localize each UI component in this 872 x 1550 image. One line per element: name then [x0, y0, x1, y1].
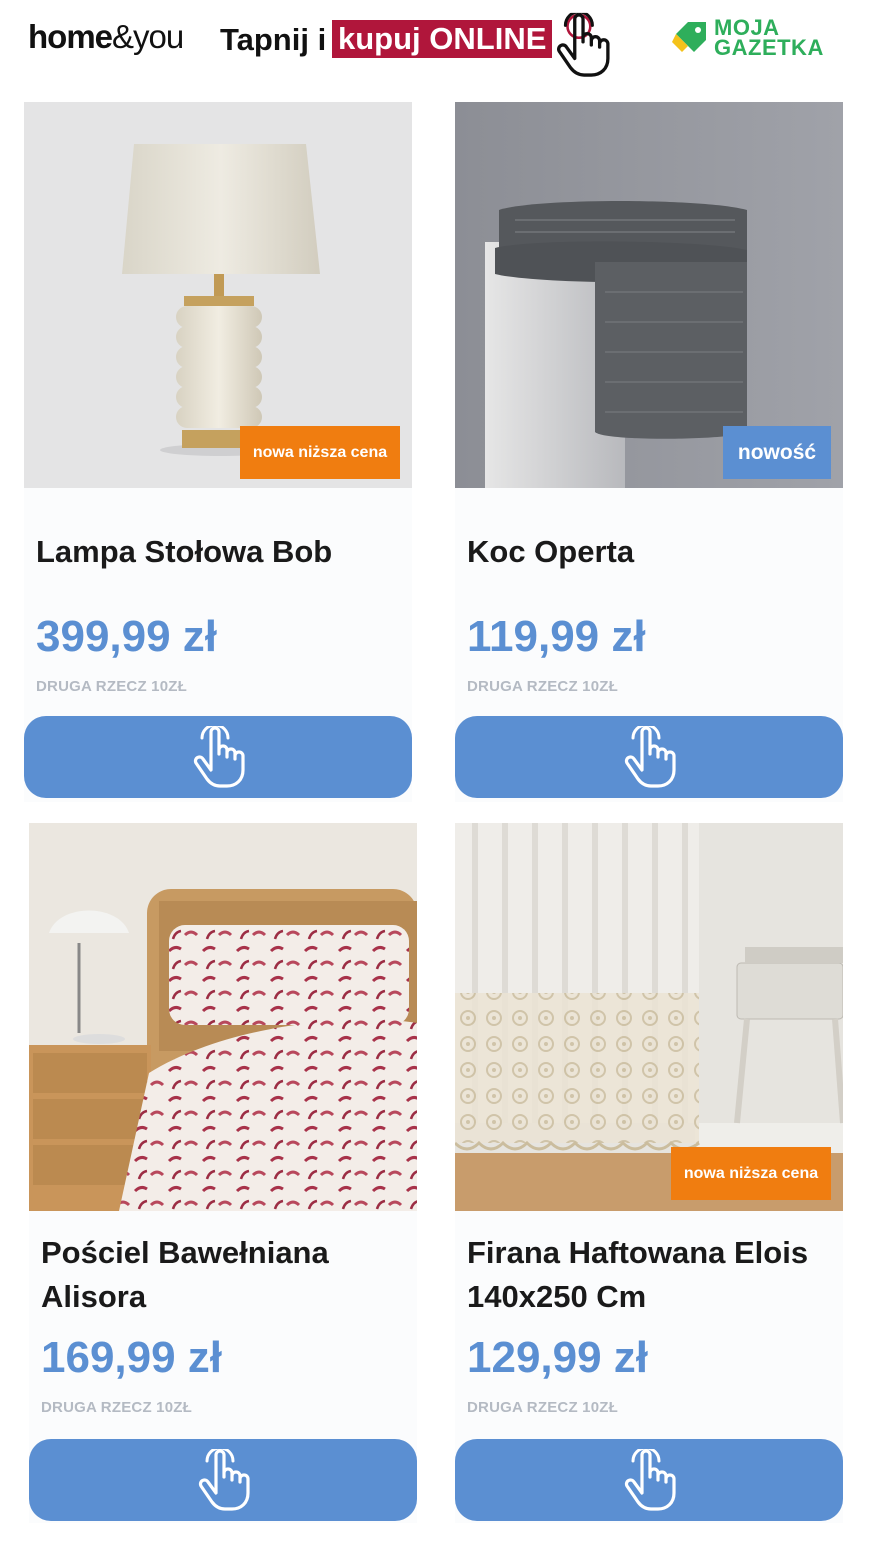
product-title-line: Alisora	[41, 1279, 147, 1314]
logo-amp: &	[112, 18, 134, 55]
moja-gazetka-text: MOJA GAZETKA	[714, 17, 824, 60]
badge-nowosc: nowość	[723, 426, 831, 479]
product-image-koc[interactable]: nowość	[455, 102, 843, 488]
buy-button[interactable]	[455, 1439, 843, 1521]
product-image-lampa[interactable]: nowa niższa cena	[24, 102, 412, 488]
product-title-line: Lampa Stołowa Bob	[36, 534, 333, 569]
logo-you: you	[133, 18, 184, 55]
badge-nowa-nizsza-cena: nowa niższa cena	[671, 1147, 831, 1200]
kupuj-online-banner[interactable]: kupuj ONLINE	[332, 20, 553, 58]
product-title: Pościel Bawełniana Alisora	[41, 1231, 411, 1319]
product-image-firana[interactable]: nowa niższa cena	[455, 823, 843, 1211]
product-title-line: Firana Haftowana Elois	[467, 1235, 809, 1270]
product-card-koc[interactable]: nowość Koc Operta 119,99 zł DRUGA RZECZ …	[455, 102, 843, 802]
tap-hand-icon[interactable]	[553, 12, 611, 78]
product-title-line: Pościel Bawełniana	[41, 1235, 329, 1270]
product-card-posciel[interactable]: Pościel Bawełniana Alisora 169,99 zł DRU…	[29, 823, 417, 1523]
badge-nowa-nizsza-cena: nowa niższa cena	[240, 426, 400, 479]
product-title-line: 140x250 Cm	[467, 1279, 647, 1314]
buy-button[interactable]	[29, 1439, 417, 1521]
buy-button[interactable]	[455, 716, 843, 798]
tap-hand-icon	[195, 1449, 251, 1511]
header: home&you Tapnij i kupuj ONLINE MOJA GAZE…	[0, 0, 872, 90]
product-title: Koc Operta	[467, 530, 837, 574]
product-title-line: Koc Operta	[467, 534, 635, 569]
product-image-posciel[interactable]	[29, 823, 417, 1211]
promo-druga-rzecz: DRUGA RZECZ 10ZŁ	[41, 1399, 192, 1416]
product-price: 399,99 zł	[36, 612, 218, 661]
product-price: 169,99 zł	[41, 1333, 223, 1382]
bedding-image	[29, 823, 417, 1211]
product-card-firana[interactable]: nowa niższa cena Firana Haftowana Elois …	[455, 823, 843, 1523]
tap-hand-icon	[621, 1449, 677, 1511]
product-price: 119,99 zł	[467, 612, 646, 661]
product-card-lampa[interactable]: nowa niższa cena Lampa Stołowa Bob 399,9…	[24, 102, 412, 802]
promo-druga-rzecz: DRUGA RZECZ 10ZŁ	[467, 1399, 618, 1416]
buy-button[interactable]	[24, 716, 412, 798]
promo-druga-rzecz: DRUGA RZECZ 10ZŁ	[467, 678, 618, 695]
price-tag-icon	[672, 22, 706, 52]
tapnij-text: Tapnij i	[220, 22, 327, 57]
tap-hand-icon	[621, 726, 677, 788]
home-and-you-logo[interactable]: home&you	[28, 18, 184, 56]
moja-gazetka-logo[interactable]: MOJA GAZETKA	[672, 17, 847, 62]
promo-druga-rzecz: DRUGA RZECZ 10ZŁ	[36, 678, 187, 695]
gazetka-label: GAZETKA	[714, 35, 824, 60]
product-title: Lampa Stołowa Bob	[36, 530, 406, 574]
logo-home: home	[28, 18, 113, 55]
product-title: Firana Haftowana Elois 140x250 Cm	[467, 1231, 843, 1319]
tap-hand-icon	[190, 726, 246, 788]
product-price: 129,99 zł	[467, 1333, 649, 1382]
